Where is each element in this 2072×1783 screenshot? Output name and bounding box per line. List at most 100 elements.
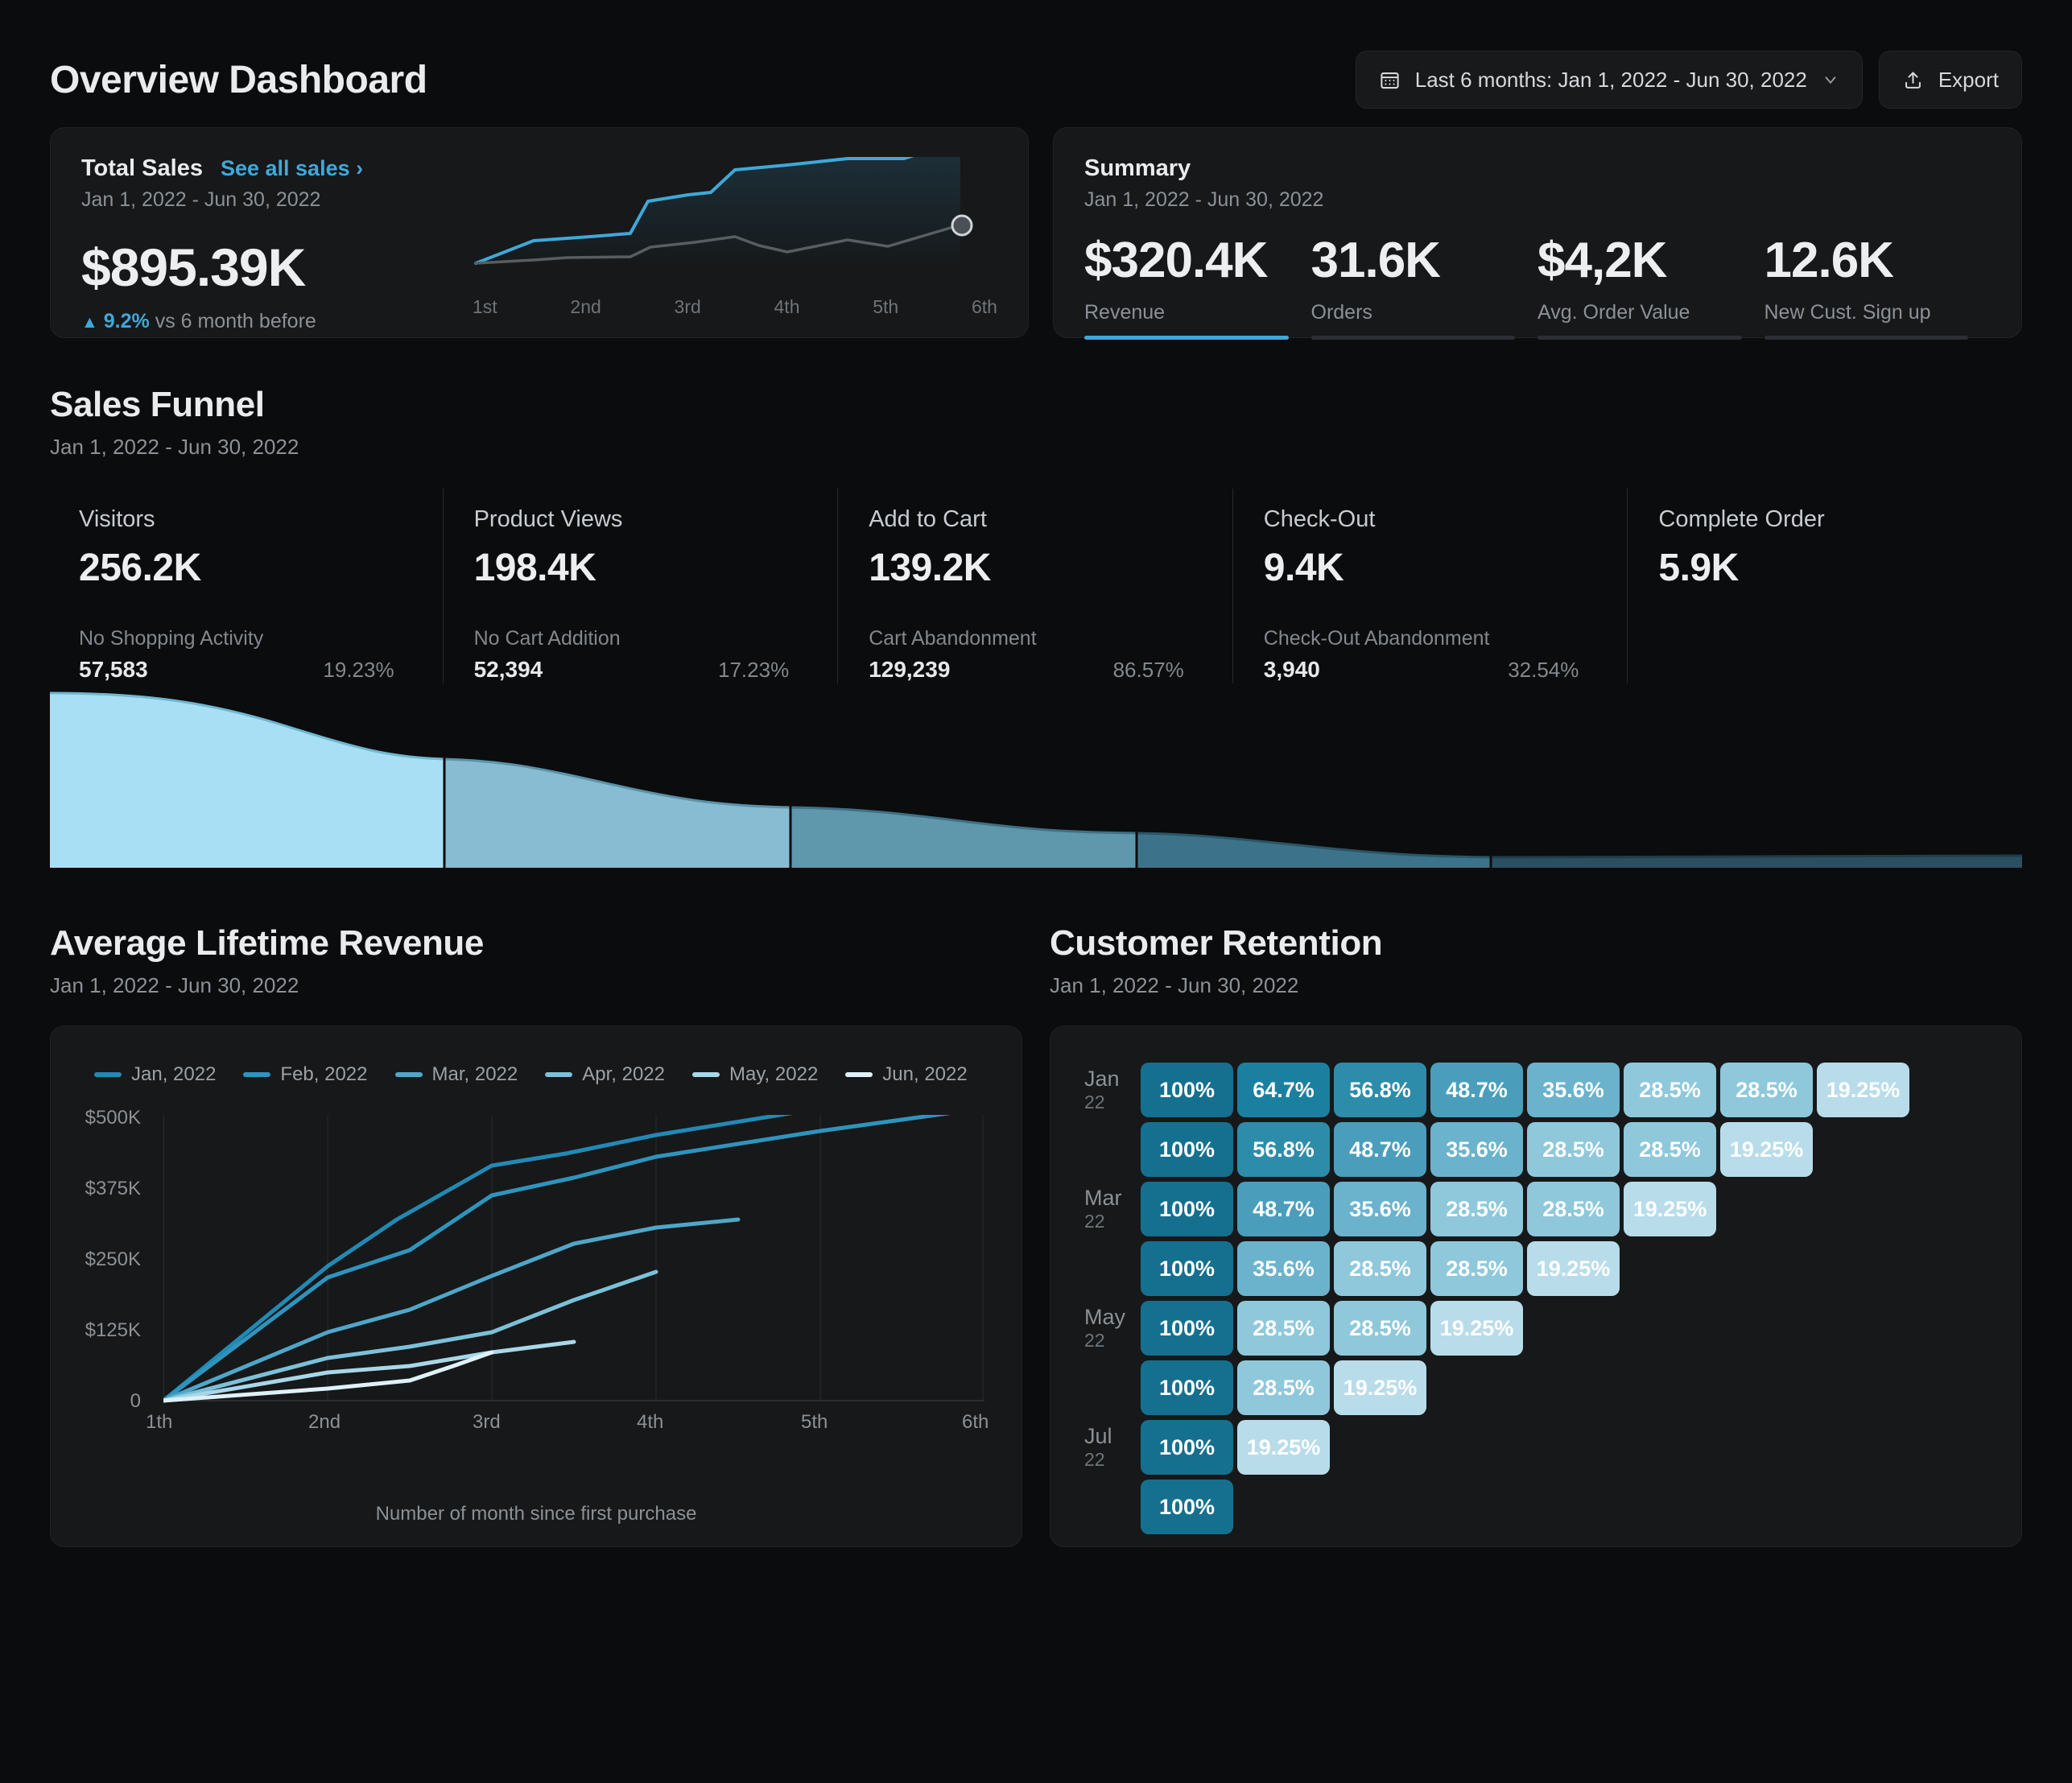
see-all-sales-link[interactable]: See all sales ›: [221, 156, 363, 181]
heatmap-cell[interactable]: 35.6%: [1430, 1122, 1523, 1177]
row-year: 22: [1084, 1330, 1105, 1352]
heatmap-cell[interactable]: 35.6%: [1334, 1182, 1426, 1236]
heatmap-cell[interactable]: 19.25%: [1817, 1063, 1909, 1117]
top-bar: Overview Dashboard Last 6 months: Jan 1,…: [50, 0, 2022, 121]
heatmap-row: 100% 56.8% 48.7% 35.6% 28.5% 28.5% 19.25%: [1050, 1120, 2021, 1179]
heatmap-cell[interactable]: 56.8%: [1237, 1122, 1330, 1177]
retention-heatmap: Jan 22 100% 64.7% 56.8% 48.7% 35.6% 28.5% 28.5% 1…: [1050, 1026, 2021, 1537]
heatmap-cell[interactable]: 100%: [1141, 1420, 1233, 1475]
metric-underline: [1084, 336, 1289, 341]
legend-label: Mar, 2022: [431, 1063, 518, 1085]
heatmap-cell[interactable]: 28.5%: [1334, 1241, 1426, 1296]
heatmap-cell[interactable]: 28.5%: [1237, 1360, 1330, 1415]
heatmap-cell[interactable]: 19.25%: [1624, 1182, 1716, 1236]
stage-dropoff: No Shopping Activity 57,583 19.23%: [79, 627, 443, 683]
heatmap-cell[interactable]: 28.5%: [1624, 1122, 1716, 1177]
heatmap-cell[interactable]: 28.5%: [1430, 1182, 1523, 1236]
heatmap-row: 100% 35.6% 28.5% 28.5% 19.25%: [1050, 1239, 2021, 1298]
row-month: Jul: [1084, 1424, 1112, 1449]
legend-item[interactable]: May, 2022: [692, 1063, 818, 1086]
heatmap-cell[interactable]: 64.7%: [1237, 1063, 1330, 1117]
lifetime-revenue-section: Average Lifetime Revenue Jan 1, 2022 - J…: [50, 923, 1022, 1547]
delta-value: 9.2%: [103, 310, 150, 332]
heatmap-cell[interactable]: 48.7%: [1430, 1063, 1523, 1117]
x-axis-title: Number of month since first purchase: [375, 1503, 697, 1525]
stage-value: 198.4K: [473, 547, 596, 589]
x-axis-tick: 2nd: [308, 1411, 341, 1433]
heatmap-cell[interactable]: 28.5%: [1527, 1182, 1620, 1236]
heatmap-cell[interactable]: 19.25%: [1334, 1360, 1426, 1415]
y-axis-tick: $250K: [85, 1249, 141, 1270]
y-axis-tick: $375K: [85, 1178, 141, 1199]
heatmap-cell[interactable]: 100%: [1141, 1182, 1233, 1236]
heatmap-cell[interactable]: 48.7%: [1237, 1182, 1330, 1236]
export-button[interactable]: Export: [1878, 51, 2022, 109]
row-year: 22: [1084, 1211, 1105, 1232]
heatmap-cell[interactable]: 100%: [1141, 1301, 1233, 1356]
spark-x-tick: 2nd: [570, 296, 601, 317]
metric-value: 12.6K: [1764, 233, 1894, 288]
legend-label: Feb, 2022: [280, 1063, 368, 1085]
summary-metric-orders[interactable]: 31.6K Orders: [1310, 234, 1538, 341]
total-sales-sparkline: 1st 2nd 3rd 4th 5th 6th: [469, 157, 1001, 318]
heatmap-cell[interactable]: 100%: [1141, 1122, 1233, 1177]
heatmap-cell[interactable]: 28.5%: [1237, 1301, 1330, 1356]
stage-value: 139.2K: [869, 547, 991, 589]
metric-underline: [1310, 336, 1515, 341]
dropoff-pct: 19.23%: [323, 658, 394, 682]
dropoff-pct: 32.54%: [1508, 658, 1579, 682]
legend-label: Apr, 2022: [582, 1063, 665, 1085]
summary-metrics: $320.4K Revenue 31.6K Orders $4,2K Avg. …: [1084, 233, 1992, 341]
sales-funnel-title: Sales Funnel: [50, 385, 265, 424]
heatmap-cell[interactable]: 100%: [1141, 1480, 1233, 1534]
legend-item[interactable]: Jun, 2022: [845, 1063, 968, 1086]
legend-swatch-icon: [545, 1072, 573, 1077]
heatmap-cell[interactable]: 19.25%: [1430, 1301, 1523, 1356]
summary-metric-new-signups[interactable]: 12.6K New Cust. Sign up: [1764, 233, 1992, 341]
metric-underline: [1537, 336, 1742, 341]
funnel-stage-check-out: Check-Out 9.4K Check-Out Abandonment 3,9…: [1232, 489, 1628, 683]
row-year: 22: [1084, 1449, 1105, 1471]
heatmap-cell[interactable]: 28.5%: [1430, 1241, 1523, 1296]
summary-metric-revenue[interactable]: $320.4K Revenue: [1084, 234, 1311, 341]
heatmap-cell[interactable]: 100%: [1141, 1241, 1233, 1296]
customer-retention-title: Customer Retention: [1050, 923, 1383, 963]
heatmap-row: Jan 22 100% 64.7% 56.8% 48.7% 35.6% 28.5% 28.5% 1…: [1050, 1060, 2021, 1120]
heatmap-cell[interactable]: 28.5%: [1720, 1063, 1813, 1117]
heatmap-cells: 100% 19.25%: [1141, 1420, 1330, 1475]
row-month: Jan: [1084, 1067, 1120, 1092]
heatmap-cell[interactable]: 35.6%: [1527, 1063, 1620, 1117]
legend-item[interactable]: Feb, 2022: [243, 1063, 368, 1086]
dropoff-pct: 86.57%: [1112, 658, 1184, 682]
date-range-picker[interactable]: Last 6 months: Jan 1, 2022 - Jun 30, 202…: [1355, 51, 1863, 109]
lifetime-revenue-date-range: Jan 1, 2022 - Jun 30, 2022: [50, 973, 299, 997]
stage-label: Product Views: [473, 506, 623, 532]
lifetime-revenue-title: Average Lifetime Revenue: [50, 923, 484, 963]
lifetime-revenue-plot: $500K $375K $250K $125K 0 1th 2nd 3rd 4t…: [51, 1107, 1022, 1493]
upload-icon: [1902, 69, 1924, 91]
heatmap-cell[interactable]: 100%: [1141, 1360, 1233, 1415]
heatmap-cells: 100% 35.6% 28.5% 28.5% 19.25%: [1141, 1241, 1620, 1296]
stage-value: 9.4K: [1263, 547, 1344, 589]
funnel-area-graph: [50, 687, 2022, 872]
legend-item[interactable]: Mar, 2022: [394, 1063, 518, 1086]
heatmap-cells: 100% 48.7% 35.6% 28.5% 28.5% 19.25%: [1141, 1182, 1716, 1236]
bottom-row: Average Lifetime Revenue Jan 1, 2022 - J…: [50, 923, 2022, 1547]
top-actions: Last 6 months: Jan 1, 2022 - Jun 30, 202…: [1355, 51, 2022, 109]
summary-date-range: Jan 1, 2022 - Jun 30, 2022: [1084, 188, 1324, 211]
customer-retention-section: Customer Retention Jan 1, 2022 - Jun 30,…: [1050, 923, 2022, 1547]
heatmap-cell[interactable]: 28.5%: [1334, 1301, 1426, 1356]
summary-metric-avg-order-value[interactable]: $4,2K Avg. Order Value: [1537, 234, 1765, 341]
top-card-row: Total Sales See all sales › Jan 1, 2022 …: [50, 127, 2022, 341]
legend-item[interactable]: Apr, 2022: [545, 1063, 665, 1086]
heatmap-cell[interactable]: 100%: [1141, 1063, 1233, 1117]
heatmap-cell[interactable]: 19.25%: [1527, 1241, 1620, 1296]
heatmap-cell[interactable]: 28.5%: [1527, 1122, 1620, 1177]
legend-item[interactable]: Jan, 2022: [94, 1063, 216, 1086]
heatmap-cell[interactable]: 19.25%: [1720, 1122, 1813, 1177]
heatmap-cell[interactable]: 35.6%: [1237, 1241, 1330, 1296]
heatmap-cell[interactable]: 56.8%: [1334, 1063, 1426, 1117]
heatmap-cell[interactable]: 28.5%: [1624, 1063, 1716, 1117]
heatmap-cell[interactable]: 19.25%: [1237, 1420, 1330, 1475]
heatmap-cell[interactable]: 48.7%: [1334, 1122, 1426, 1177]
